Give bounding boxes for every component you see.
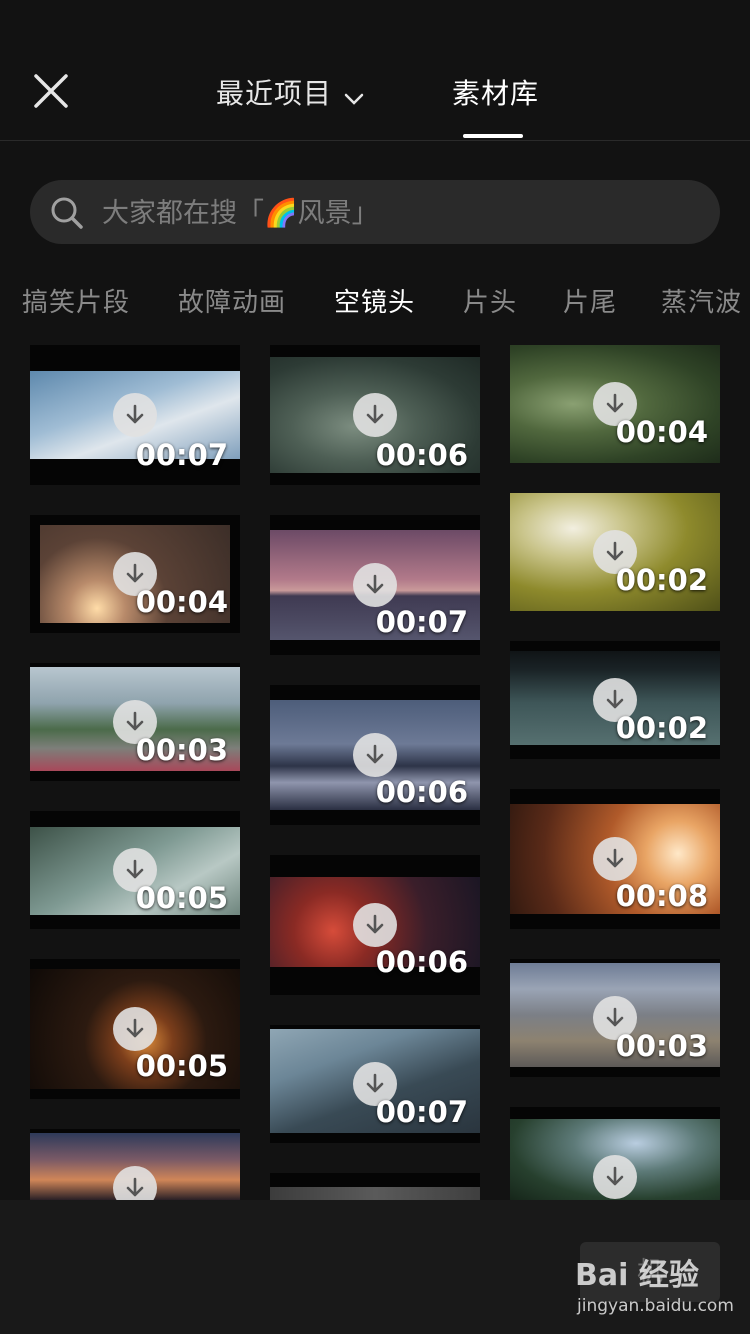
download-icon[interactable] <box>113 393 157 437</box>
clip-duration: 00:08 <box>615 879 708 913</box>
clip-tile[interactable]: 00:02 <box>510 641 720 759</box>
search-input[interactable] <box>100 190 704 236</box>
clip-duration: 00:05 <box>135 1049 228 1083</box>
clip-duration: 00:04 <box>615 415 708 449</box>
download-icon[interactable] <box>353 563 397 607</box>
clip-duration: 00:03 <box>615 1029 708 1063</box>
watermark-url: jingyan.baidu.com <box>577 1296 734 1316</box>
category-tab-empty-shot[interactable]: 空镜头 <box>334 282 415 319</box>
clip-duration: 00:05 <box>135 881 228 915</box>
tab-material-library[interactable]: 素材库 <box>452 72 539 112</box>
category-tab-glitch[interactable]: 故障动画 <box>178 282 286 319</box>
clip-tile[interactable] <box>30 1129 240 1200</box>
top-bar: 最近项目 素材库 <box>0 0 750 141</box>
clip-duration: 00:06 <box>375 775 468 809</box>
clip-tile[interactable]: 00:06 <box>270 855 480 995</box>
download-icon[interactable] <box>113 1007 157 1051</box>
clip-tile[interactable]: 00:04 <box>30 515 240 633</box>
category-tab-funny[interactable]: 搞笑片段 <box>22 282 130 319</box>
category-tab-outro[interactable]: 片尾 <box>563 282 617 319</box>
clip-tile[interactable] <box>510 1107 720 1200</box>
watermark-logo-text: Bai 经验 <box>575 1258 699 1293</box>
search-icon <box>50 196 84 234</box>
clip-tile[interactable]: 00:04 <box>510 345 720 463</box>
tab-recent-label: 最近项目 <box>216 77 333 110</box>
clip-duration: 00:02 <box>615 711 708 745</box>
download-icon[interactable] <box>353 903 397 947</box>
download-icon[interactable] <box>353 733 397 777</box>
clip-tile[interactable]: 00:02 <box>510 493 720 611</box>
close-icon[interactable] <box>30 70 72 112</box>
download-icon[interactable] <box>353 393 397 437</box>
clip-duration: 00:07 <box>135 438 228 472</box>
clip-tile[interactable]: 00:07 <box>270 515 480 655</box>
clip-duration: 00:02 <box>615 563 708 597</box>
clip-tile[interactable]: 00:03 <box>510 959 720 1077</box>
tab-library-label: 素材库 <box>452 77 540 110</box>
chevron-down-icon <box>344 79 364 112</box>
download-icon[interactable] <box>593 1155 637 1199</box>
download-icon[interactable] <box>593 837 637 881</box>
clip-duration: 00:07 <box>375 1095 468 1129</box>
clip-tile[interactable]: 00:03 <box>30 663 240 781</box>
clip-tile[interactable]: 00:05 <box>30 811 240 929</box>
clip-duration: 00:06 <box>375 945 468 979</box>
clip-duration: 00:03 <box>135 733 228 767</box>
active-tab-indicator <box>463 134 523 138</box>
tab-recent-projects[interactable]: 最近项目 <box>216 72 364 112</box>
watermark: Bai 经验 jingyan.baidu.com <box>575 1250 734 1320</box>
clip-duration: 00:06 <box>375 438 468 472</box>
clip-duration: 00:07 <box>375 605 468 639</box>
clip-tile[interactable]: 00:06 <box>270 345 480 485</box>
search-bar[interactable] <box>30 180 720 244</box>
category-tabs: 搞笑片段 故障动画 空镜头 片头 片尾 蒸汽波 <box>0 276 750 326</box>
clip-tile[interactable]: 00:07 <box>30 345 240 485</box>
clip-tile[interactable]: 00:07 <box>270 1025 480 1143</box>
category-tab-intro[interactable]: 片头 <box>463 282 517 319</box>
clip-tile[interactable]: 00:06 <box>270 685 480 825</box>
clip-tile[interactable]: 00:05 <box>30 959 240 1099</box>
category-tab-vaporwave[interactable]: 蒸汽波 <box>661 282 742 319</box>
clip-tile[interactable]: 00:08 <box>510 789 720 929</box>
clip-tile[interactable] <box>270 1173 480 1200</box>
clip-duration: 00:04 <box>135 585 228 619</box>
clip-thumbnail <box>270 1187 480 1200</box>
